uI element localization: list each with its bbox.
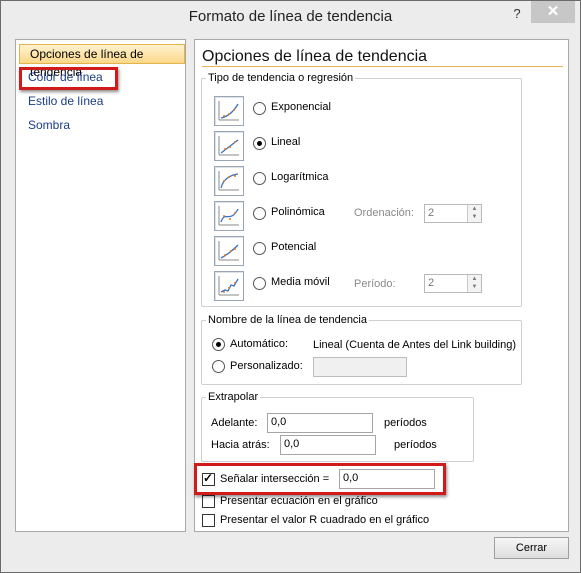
label-show-r2: Presentar el valor R cuadrado en el gráf… — [220, 514, 430, 526]
period-stepper[interactable]: 2 ▲ ▼ — [424, 274, 482, 293]
period-spin-arrows[interactable]: ▲ ▼ — [467, 275, 481, 292]
spin-up-icon[interactable]: ▲ — [468, 275, 481, 283]
polynomial-trend-icon — [214, 201, 244, 231]
label-backward: Hacia atrás: — [211, 439, 270, 451]
period-value: 2 — [428, 277, 435, 289]
help-icon[interactable]: ? — [509, 6, 525, 22]
close-window-button[interactable]: ✕ — [531, 1, 575, 23]
radio-logarithmic[interactable] — [253, 172, 266, 185]
window-title: Formato de línea de tendencia — [188, 8, 393, 25]
label-backward-unit: períodos — [394, 439, 437, 451]
label-forward-unit: períodos — [384, 417, 427, 429]
label-power: Potencial — [271, 241, 317, 253]
highlight-box-line-color — [19, 67, 118, 90]
show-equation-checkbox[interactable] — [202, 495, 215, 508]
category-list: Opciones de línea de tendencia Color de … — [15, 39, 186, 532]
radio-moving-average[interactable] — [253, 277, 266, 290]
nav-item-shadow[interactable]: Sombra — [18, 116, 182, 134]
label-linear: Lineal — [271, 136, 301, 148]
trend-name-legend: Nombre de la línea de tendencia — [208, 314, 367, 326]
label-show-equation: Presentar ecuación en el gráfico — [220, 495, 378, 507]
spin-up-icon[interactable]: ▲ — [468, 205, 481, 213]
title-divider — [202, 66, 563, 67]
radio-polynomial[interactable] — [253, 207, 266, 220]
order-value: 2 — [428, 207, 435, 219]
linear-trend-icon — [214, 131, 244, 161]
radio-name-automatic[interactable] — [212, 338, 225, 351]
forward-input[interactable]: 0,0 — [267, 413, 373, 433]
forward-value: 0,0 — [271, 416, 287, 428]
label-order: Ordenación: — [354, 207, 414, 219]
order-stepper[interactable]: 2 ▲ ▼ — [424, 204, 482, 223]
label-forward: Adelante: — [211, 417, 258, 429]
title-bar: Formato de línea de tendencia ? ✕ — [1, 1, 580, 33]
radio-linear[interactable] — [253, 137, 266, 150]
radio-power[interactable] — [253, 242, 266, 255]
label-moving-average: Media móvil — [271, 276, 330, 288]
backward-value: 0,0 — [284, 438, 300, 450]
dialog-window: Formato de línea de tendencia ? ✕ Opcion… — [0, 0, 581, 573]
label-polynomial: Polinómica — [271, 206, 325, 218]
panel-title: Opciones de línea de tendencia — [202, 48, 428, 65]
spin-down-icon[interactable]: ▼ — [468, 213, 481, 221]
label-exponential: Exponencial — [271, 101, 331, 113]
nav-item-trendline-options[interactable]: Opciones de línea de tendencia — [19, 44, 185, 79]
options-panel: Opciones de línea de tendencia Tipo de t… — [194, 39, 569, 532]
backward-input[interactable]: 0,0 — [280, 435, 376, 455]
show-r2-checkbox[interactable] — [202, 514, 215, 527]
order-spin-arrows[interactable]: ▲ ▼ — [467, 205, 481, 222]
custom-name-input[interactable] — [313, 357, 407, 377]
radio-name-custom[interactable] — [212, 360, 225, 373]
label-name-automatic: Automático: — [230, 338, 289, 350]
nav-item-line-style[interactable]: Estilo de línea — [18, 92, 182, 110]
trend-type-group: Tipo de tendencia o regresión — [201, 72, 522, 307]
highlight-box-intercept — [194, 463, 446, 495]
power-trend-icon — [214, 236, 244, 266]
logarithmic-trend-icon — [214, 166, 244, 196]
automatic-name-value: Lineal (Cuenta de Antes del Link buildin… — [313, 339, 517, 351]
close-button[interactable]: Cerrar — [494, 537, 569, 559]
moving-average-trend-icon — [214, 271, 244, 301]
exponential-trend-icon — [214, 96, 244, 126]
spin-down-icon[interactable]: ▼ — [468, 283, 481, 291]
extrapolate-legend: Extrapolar — [208, 391, 259, 403]
radio-exponential[interactable] — [253, 102, 266, 115]
trend-type-legend: Tipo de tendencia o regresión — [208, 72, 354, 84]
label-period: Período: — [354, 278, 396, 290]
label-logarithmic: Logarítmica — [271, 171, 329, 183]
label-name-custom: Personalizado: — [230, 360, 303, 372]
